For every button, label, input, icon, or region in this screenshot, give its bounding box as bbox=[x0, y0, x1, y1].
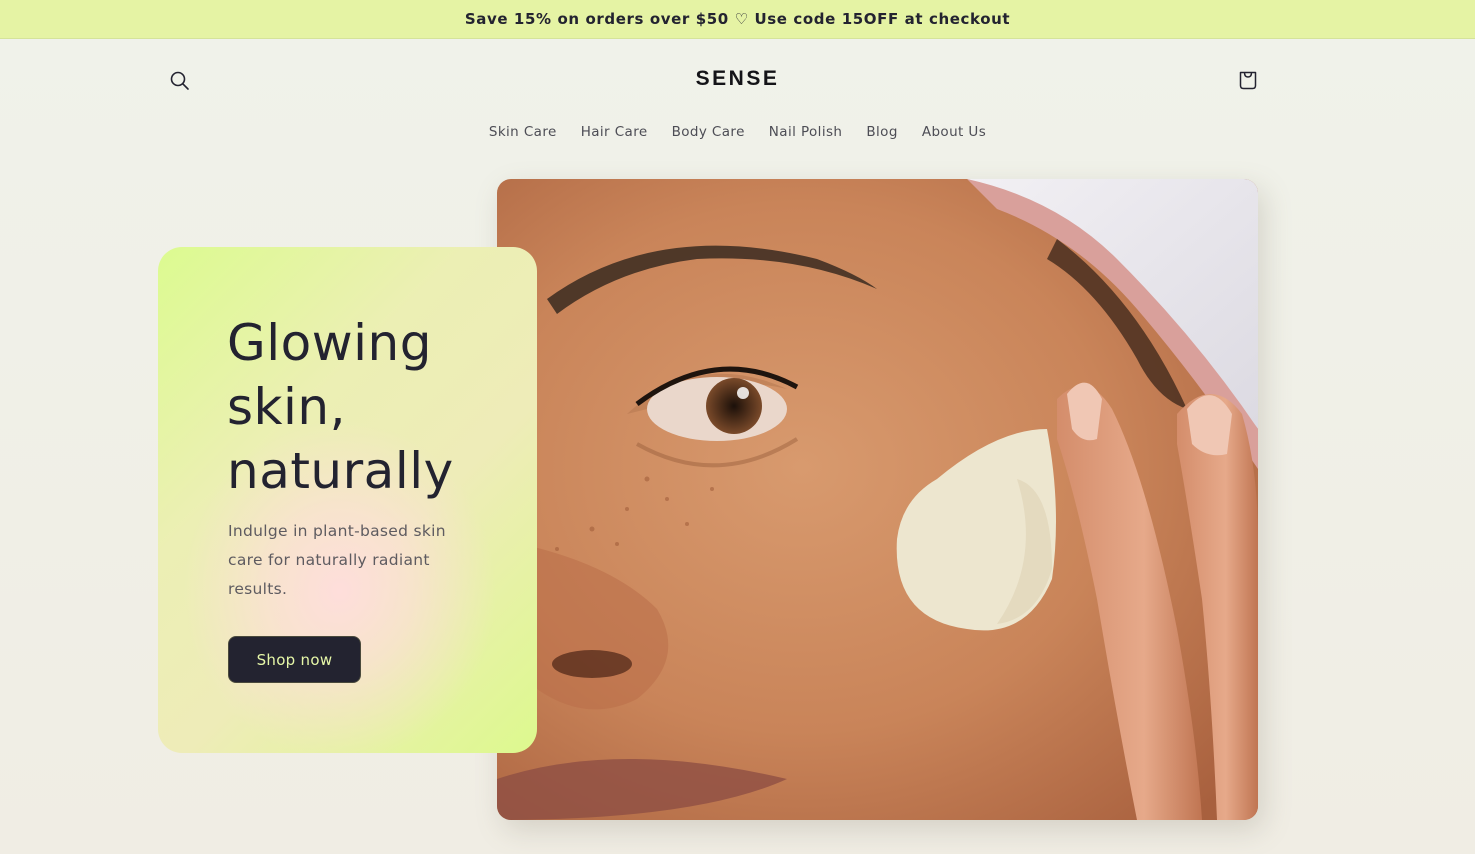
photo-iris bbox=[706, 378, 762, 434]
site-header: SENSE bbox=[0, 39, 1475, 119]
cart-button[interactable] bbox=[1234, 66, 1262, 94]
photo-eye-highlight bbox=[737, 387, 749, 399]
hero-image bbox=[497, 179, 1258, 820]
announcement-text: Save 15% on orders over $50 ♡ Use code 1… bbox=[464, 10, 1011, 28]
hero-description: Indulge in plant-based skin care for nat… bbox=[228, 522, 446, 598]
hero-card: Glowing skin, naturally Indulge in plant… bbox=[158, 247, 537, 753]
photo-nostril bbox=[552, 650, 632, 678]
nav-item-body-care[interactable]: Body Care bbox=[660, 124, 757, 140]
logo-link[interactable]: SENSE bbox=[696, 67, 780, 90]
nav-item-skin-care[interactable]: Skin Care bbox=[477, 124, 569, 140]
cart-icon bbox=[1239, 71, 1257, 90]
hero-title: Glowing skin, naturally bbox=[227, 314, 454, 500]
nav-item-about-us[interactable]: About Us bbox=[910, 124, 998, 140]
nav-item-hair-care[interactable]: Hair Care bbox=[569, 124, 660, 140]
announcement-bar: Save 15% on orders over $50 ♡ Use code 1… bbox=[0, 0, 1475, 39]
nav-item-nail-polish[interactable]: Nail Polish bbox=[757, 124, 855, 140]
shop-now-button[interactable]: Shop now bbox=[228, 636, 361, 683]
nav-item-blog[interactable]: Blog bbox=[854, 124, 909, 140]
main-nav: Skin Care Hair Care Body Care Nail Polis… bbox=[0, 124, 1475, 140]
